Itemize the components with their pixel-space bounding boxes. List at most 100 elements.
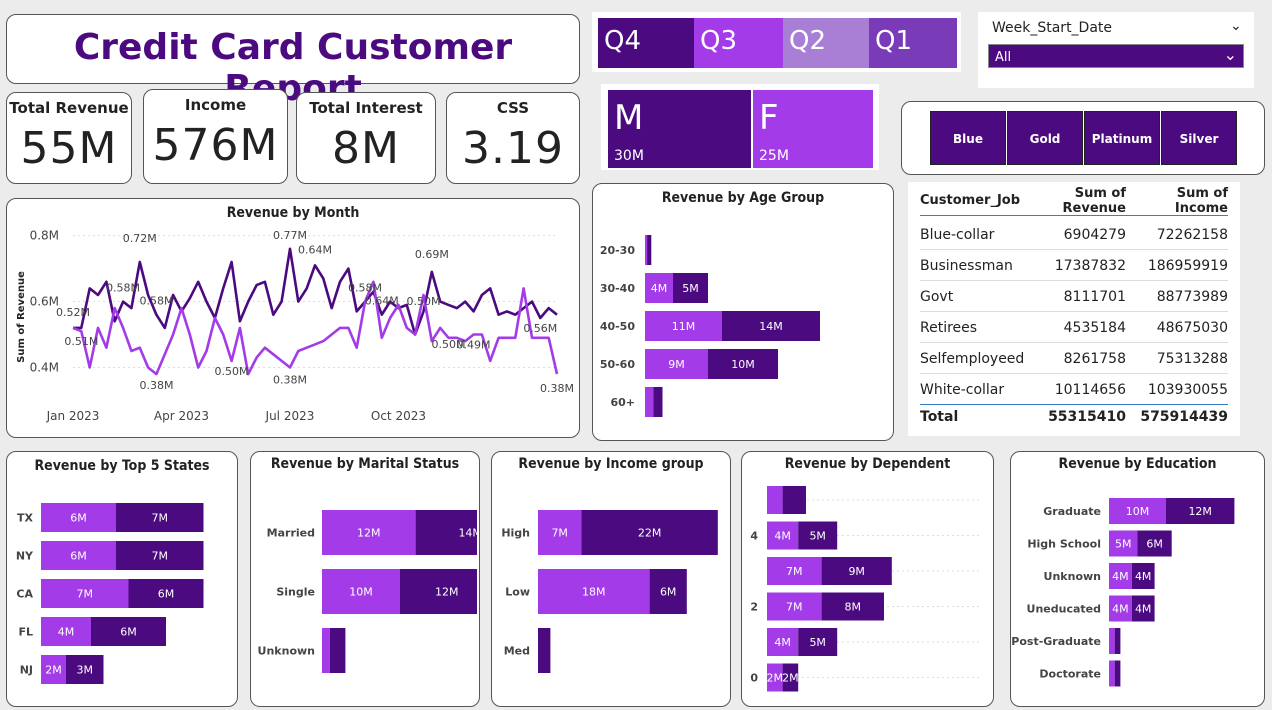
data-label: 6M: [70, 550, 87, 563]
table-row: Blue-collar 6904279 72262158: [920, 220, 1228, 250]
gender-label: M: [614, 98, 644, 138]
kpi-label: Total Revenue: [9, 99, 129, 117]
revenue-by-dependent-chart: 4 4M 5M 7M 9M 2 7M 8M 4M 5M 0 2M 2M: [750, 486, 982, 692]
x-tick-label: Oct 2023: [371, 409, 426, 423]
y-tick-label: 0.8M: [30, 229, 59, 243]
category-label: Doctorate: [1039, 668, 1101, 681]
data-label: 10M: [349, 586, 373, 599]
data-label: 11M: [672, 320, 696, 333]
quarter-q1-button[interactable]: Q1: [869, 18, 957, 68]
data-label: 7M: [786, 565, 803, 578]
week-filter-value: All: [995, 50, 1012, 65]
revenue-by-states-card: Revenue by Top 5 States TX 6M 7M NY 6M 7M CA 7M…: [6, 451, 238, 707]
quarter-q4-button[interactable]: Q4: [598, 18, 694, 68]
table-cell: 72262158: [1156, 226, 1228, 243]
table-cell: White-collar: [920, 381, 1005, 398]
gender-value: 25M: [759, 148, 789, 164]
card-platinum-button[interactable]: Platinum: [1084, 111, 1160, 165]
week-filter-dropdown[interactable]: All ⌄: [988, 44, 1244, 68]
data-label: 6M: [120, 626, 137, 639]
data-label: 10M: [731, 358, 755, 371]
customer-job-table: Customer_Job Sum of Revenue Sum of Incom…: [908, 182, 1240, 436]
revenue-by-month-card: Revenue by Month 0.4M 0.6M 0.8M Jan 2023 Apr…: [6, 198, 580, 438]
data-label: 0.50M: [215, 365, 249, 378]
revenue-by-education-chart: Graduate 10M 12M High School 5M 6M Unknown 4M 4M…: [1011, 498, 1235, 687]
category-label: Unknown: [1044, 570, 1101, 583]
week-filter: Week_Start_Date ⌄ All ⌄: [978, 12, 1254, 88]
bar-segment-light: [645, 387, 654, 417]
data-label: 22M: [638, 527, 662, 540]
data-label: 6M: [660, 586, 677, 599]
data-label: 7M: [152, 550, 169, 563]
report-title-card: Credit Card Customer Report: [6, 14, 580, 109]
table-row: Businessman 17387832 186959919: [920, 251, 1228, 281]
chevron-down-icon: ⌄: [1223, 45, 1237, 64]
data-label: 0.38M: [273, 374, 307, 387]
data-label: 0.38M: [139, 379, 173, 392]
table-cell: 186959919: [1147, 257, 1228, 274]
category-label: NY: [16, 550, 34, 563]
chevron-down-icon[interactable]: ⌄: [1230, 18, 1242, 34]
category-label: Single: [276, 586, 315, 599]
table-cell: 75313288: [1156, 350, 1228, 367]
kpi-total-interest: Total Interest 8M: [296, 92, 436, 184]
gender-f-button[interactable]: F 25M: [753, 90, 873, 168]
table-header-cell: Sum of Income: [1174, 185, 1228, 216]
bar-segment-light: [767, 486, 783, 514]
data-label: 7M: [152, 512, 169, 525]
category-label: 40-50: [600, 320, 636, 333]
series-line: [73, 247, 558, 336]
data-label: 0.64M: [298, 243, 332, 256]
data-label: 14M: [458, 527, 477, 540]
table-row: White-collar 10114656 103930055: [920, 375, 1228, 405]
category-label: 60+: [610, 396, 635, 409]
quarter-slicer: Q4 Q3 Q2 Q1: [592, 12, 961, 72]
bar-segment-dark: [1114, 628, 1121, 654]
data-label: 3M: [77, 664, 94, 677]
data-label: 12M: [1188, 505, 1212, 518]
x-tick-label: Apr 2023: [154, 409, 209, 423]
quarter-q2-button[interactable]: Q2: [783, 18, 869, 68]
kpi-value: 3.19: [462, 123, 564, 174]
gender-m-button[interactable]: M 30M: [608, 90, 751, 168]
kpi-label: Total Interest: [309, 99, 423, 117]
kpi-income: Income 576M: [143, 89, 288, 184]
data-label: 0.51M: [64, 335, 98, 348]
gender-slicer: M 30M F 25M: [601, 84, 879, 170]
card-silver-button[interactable]: Silver: [1161, 111, 1237, 165]
y-axis-label: Sum of Revenue: [16, 271, 27, 363]
table-row: Selfemployeed 8261758 75313288: [920, 344, 1228, 374]
kpi-label: Income: [184, 96, 247, 114]
card-blue-button[interactable]: Blue: [930, 111, 1006, 165]
table-cell: 88773989: [1156, 288, 1228, 305]
table-cell: 575914439: [1140, 409, 1228, 425]
table-cell: Govt: [920, 288, 954, 305]
table-header: Customer_Job Sum of Revenue Sum of Incom…: [920, 186, 1228, 216]
data-label: 4M: [651, 282, 668, 295]
data-label: 6M: [1146, 538, 1163, 551]
table-cell: 4535184: [1063, 319, 1126, 336]
data-label: 7M: [551, 527, 568, 540]
data-label: 4M: [1112, 603, 1129, 616]
card-gold-button[interactable]: Gold: [1007, 111, 1083, 165]
bar-segment-dark: [653, 387, 663, 417]
category-label: High School: [1027, 538, 1101, 551]
kpi-total-revenue: Total Revenue 55M: [6, 92, 132, 184]
table-cell: Businessman: [920, 257, 1013, 274]
category-label: High: [501, 527, 530, 540]
data-label: 18M: [582, 586, 606, 599]
table-cell: 8111701: [1063, 288, 1126, 305]
data-label: 6M: [70, 512, 87, 525]
data-label: 5M: [682, 282, 699, 295]
data-label: 2M: [45, 664, 62, 677]
data-label: 12M: [357, 527, 381, 540]
data-label: 2M: [782, 672, 799, 685]
category-label: Married: [267, 527, 315, 540]
data-label: 5M: [1115, 538, 1132, 551]
category-label: FL: [18, 626, 33, 639]
kpi-css: CSS 3.19: [446, 92, 580, 184]
category-label: 2: [750, 601, 758, 614]
data-label: 4M: [774, 530, 791, 543]
gender-label: F: [759, 98, 779, 138]
quarter-q3-button[interactable]: Q3: [694, 18, 783, 68]
